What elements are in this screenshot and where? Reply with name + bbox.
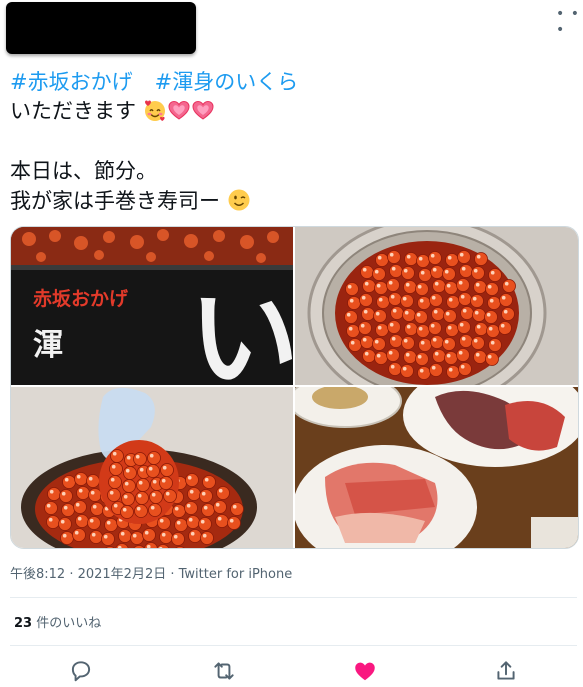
tweet-line-1: いただきます (10, 97, 215, 125)
likes-label: 件のいいね (32, 616, 102, 631)
like-icon[interactable] (351, 658, 379, 684)
photo-brand-text: 赤坂おかげ (33, 288, 129, 310)
divider (10, 645, 577, 646)
more-options-icon[interactable]: • • • (556, 6, 583, 38)
reply-icon[interactable] (67, 658, 95, 684)
redacted-user-header (6, 2, 196, 54)
divider (10, 597, 577, 598)
photo-ikura-jar-top[interactable] (295, 227, 578, 385)
photo-ikura-spoon[interactable] (11, 387, 293, 548)
hashtag-line: #赤坂おかげ #渾身のいくら (10, 68, 298, 96)
photo-sashimi-spread[interactable] (295, 387, 578, 548)
tweet-meta: 午後8:12 · 2021年2月2日 · Twitter for iPhone (10, 563, 292, 582)
photo-okage-jar-label[interactable]: 赤坂おかげ 渾 い (11, 227, 293, 385)
smiling-face-with-hearts-icon (144, 100, 165, 121)
likes-count: 23 (14, 616, 33, 631)
photo-grid: 赤坂おかげ 渾 い (10, 226, 579, 549)
tweet-text-itadakimasu: いただきます (10, 99, 136, 123)
meta-separator: · (166, 567, 179, 582)
hashtag-konshin-ikura[interactable]: #渾身のいくら (155, 70, 299, 94)
tweet-timestamp[interactable]: 午後8:12 · 2021年2月2日 (10, 567, 166, 582)
hashtag-akasaka-okage[interactable]: #赤坂おかげ (10, 70, 133, 94)
tweet-text-setsubun: 本日は、節分。 (10, 159, 157, 183)
photo-jar-label-text: 渾 (33, 328, 63, 363)
share-icon[interactable] (492, 658, 520, 684)
tweet-line-3: 我が家は手巻き寿司ー (10, 187, 251, 215)
likes-summary[interactable]: 23 件のいいね (14, 612, 101, 631)
retweet-icon[interactable] (210, 658, 238, 684)
winking-face-icon (228, 189, 250, 211)
tweet-text-temaki-sushi: 我が家は手巻き寿司ー (10, 189, 220, 213)
tweet-source[interactable]: Twitter for iPhone (179, 567, 293, 582)
photo-jar-glyph-text: い (189, 274, 293, 385)
pink-heart-icon (168, 100, 190, 120)
pink-heart-icon (192, 100, 214, 120)
